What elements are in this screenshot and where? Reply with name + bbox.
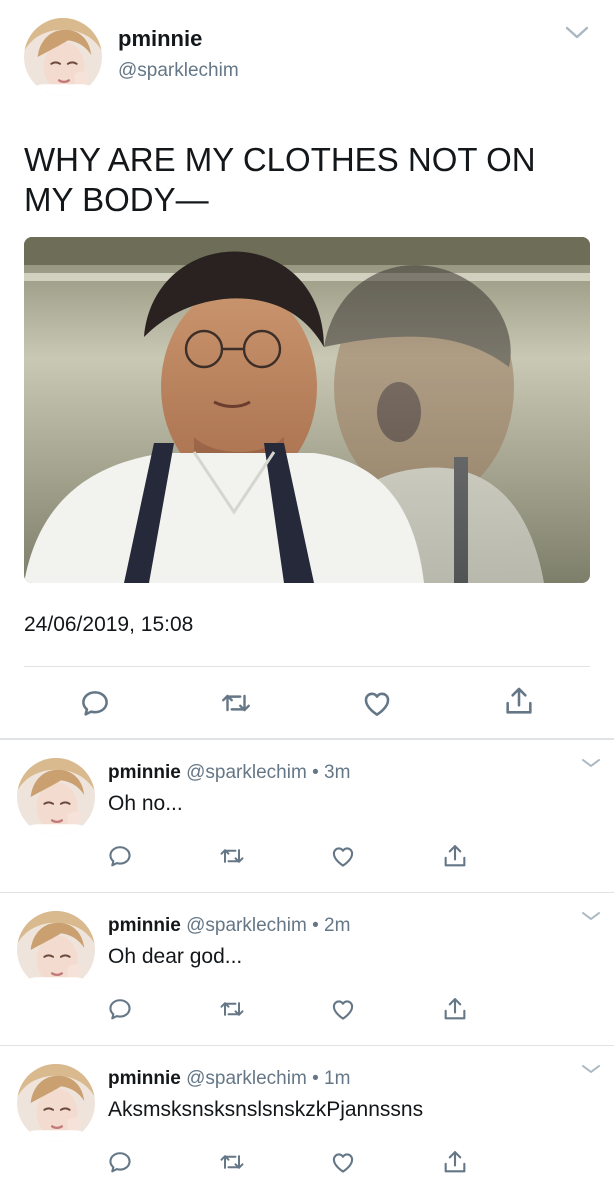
reply-time: 1m	[324, 1068, 351, 1089]
reply-tweet[interactable]: pminnie @sparklechim • 1m Aksmsksnsksnsl…	[0, 1046, 614, 1198]
avatar[interactable]	[17, 1064, 95, 1142]
heart-icon[interactable]	[329, 842, 357, 870]
share-icon[interactable]	[502, 684, 536, 718]
comment-icon[interactable]	[78, 686, 112, 720]
retweet-icon[interactable]	[218, 1148, 246, 1176]
reply-time: 3m	[324, 762, 351, 783]
tweet-text: WHY ARE MY CLOTHES NOT ON MY BODY—	[24, 141, 536, 218]
chevron-down-icon[interactable]	[562, 20, 592, 44]
reply-meta: pminnie @sparklechim • 2m	[108, 915, 350, 937]
reply-text: Oh dear god...	[108, 945, 243, 968]
separator-dot: •	[312, 915, 319, 936]
author-handle[interactable]: @sparklechim	[186, 915, 307, 936]
comment-icon[interactable]	[106, 1148, 134, 1176]
author-name[interactable]: pminnie	[108, 1068, 181, 1089]
reply-actions	[0, 842, 614, 876]
comment-icon[interactable]	[106, 842, 134, 870]
share-icon[interactable]	[441, 1148, 469, 1176]
retweet-icon[interactable]	[219, 686, 253, 720]
reply-meta: pminnie @sparklechim • 3m	[108, 762, 350, 784]
avatar[interactable]	[24, 18, 102, 96]
author-name[interactable]: pminnie	[108, 762, 181, 783]
main-tweet: pminnie @sparklechim WHY ARE MY CLOTHES …	[0, 0, 614, 740]
reply-actions	[0, 1148, 614, 1182]
reply-text: Oh no...	[108, 792, 183, 815]
separator-dot: •	[312, 762, 319, 783]
author-name[interactable]: pminnie	[108, 915, 181, 936]
reply-tweet[interactable]: pminnie @sparklechim • 2m Oh dear god...	[0, 893, 614, 1045]
divider	[24, 666, 590, 667]
author-handle[interactable]: @sparklechim	[186, 762, 307, 783]
chevron-down-icon[interactable]	[578, 907, 604, 925]
reply-meta: pminnie @sparklechim • 1m	[108, 1068, 350, 1090]
comment-icon[interactable]	[106, 995, 134, 1023]
reply-time: 2m	[324, 915, 351, 936]
tweet-photo[interactable]	[24, 237, 590, 583]
author-handle[interactable]: @sparklechim	[186, 1068, 307, 1089]
chevron-down-icon[interactable]	[578, 754, 604, 772]
reply-tweet[interactable]: pminnie @sparklechim • 3m Oh no...	[0, 740, 614, 892]
tweet-actions	[0, 684, 614, 724]
heart-icon[interactable]	[360, 686, 394, 720]
tweet-timestamp: 24/06/2019, 15:08	[24, 613, 194, 636]
chevron-down-icon[interactable]	[578, 1060, 604, 1078]
retweet-icon[interactable]	[218, 995, 246, 1023]
avatar[interactable]	[17, 758, 95, 836]
reply-text: AksmsksnsksnslsnskzkPjannssns	[108, 1098, 424, 1121]
heart-icon[interactable]	[329, 995, 357, 1023]
share-icon[interactable]	[441, 995, 469, 1023]
reply-actions	[0, 995, 614, 1029]
avatar[interactable]	[17, 911, 95, 989]
author-handle[interactable]: @sparklechim	[118, 60, 239, 82]
retweet-icon[interactable]	[218, 842, 246, 870]
share-icon[interactable]	[441, 842, 469, 870]
author-name[interactable]: pminnie	[118, 26, 202, 52]
separator-dot: •	[312, 1068, 319, 1089]
heart-icon[interactable]	[329, 1148, 357, 1176]
